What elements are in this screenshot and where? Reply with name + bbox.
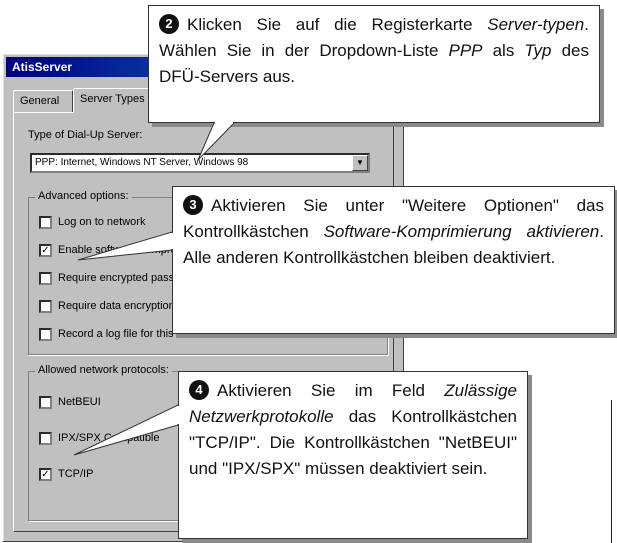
- checkbox-label: IPX/SPX Compatible: [58, 432, 160, 444]
- checkbox-label: Log on to network: [58, 216, 146, 228]
- checkbox-label: Require data encryption: [58, 300, 175, 312]
- checkbox-label: NetBEUI: [58, 396, 101, 408]
- checkbox-ipx-spx[interactable]: IPX/SPX Compatible: [39, 430, 160, 446]
- network-protocols-title: Allowed network protocols:: [35, 364, 172, 376]
- callout-step-3: 3 Aktivieren Sie unter "Weitere Optionen"…: [172, 186, 615, 334]
- callout-emphasis: PPP: [448, 41, 483, 60]
- check-icon[interactable]: ✓: [39, 467, 52, 481]
- chevron-down-icon[interactable]: ▼: [352, 155, 368, 171]
- checkbox-data-encryption[interactable]: Require data encryption: [39, 298, 175, 314]
- step-number-badge: 3: [183, 195, 203, 215]
- checkbox-log-on-network[interactable]: Log on to network: [39, 214, 145, 230]
- checkbox-box[interactable]: [39, 395, 52, 409]
- callout-text: Aktivieren Sie im Feld: [217, 381, 445, 400]
- callout-text: Klicken Sie auf die Registerkarte: [187, 15, 488, 34]
- callout-step-2: 2 Klicken Sie auf die Registerkarte Serve…: [148, 5, 600, 123]
- step-number-badge: 4: [189, 380, 209, 400]
- advanced-options-title: Advanced options:: [35, 190, 132, 202]
- checkbox-netbeui[interactable]: NetBEUI: [39, 394, 101, 410]
- check-icon[interactable]: ✓: [39, 243, 52, 257]
- step-number-badge: 2: [159, 14, 179, 34]
- checkbox-box[interactable]: [39, 327, 52, 341]
- checkbox-box[interactable]: [39, 299, 52, 313]
- dialup-type-dropdown[interactable]: PPP: Internet, Windows NT Server, Window…: [30, 153, 370, 173]
- dialup-type-label: Type of Dial-Up Server:: [28, 129, 143, 141]
- callout-emphasis: Typ: [524, 41, 552, 60]
- callout-step-4: 4 Aktivieren Sie im Feld Zulässige Netzwe…: [178, 371, 528, 539]
- page-edge-line: [611, 400, 612, 543]
- callout-emphasis: Server-typen: [487, 15, 585, 34]
- checkbox-tcpip[interactable]: ✓ TCP/IP: [39, 466, 93, 482]
- checkbox-box[interactable]: [39, 431, 52, 445]
- tab-general[interactable]: General: [13, 90, 73, 112]
- dialup-type-value: PPP: Internet, Windows NT Server, Window…: [35, 157, 249, 168]
- callout-emphasis: Software-Komprimierung aktivieren: [323, 222, 600, 241]
- checkbox-label: TCP/IP: [58, 468, 94, 480]
- checkbox-box[interactable]: [39, 271, 52, 285]
- checkbox-box[interactable]: [39, 215, 52, 229]
- callout-text: als: [482, 41, 525, 60]
